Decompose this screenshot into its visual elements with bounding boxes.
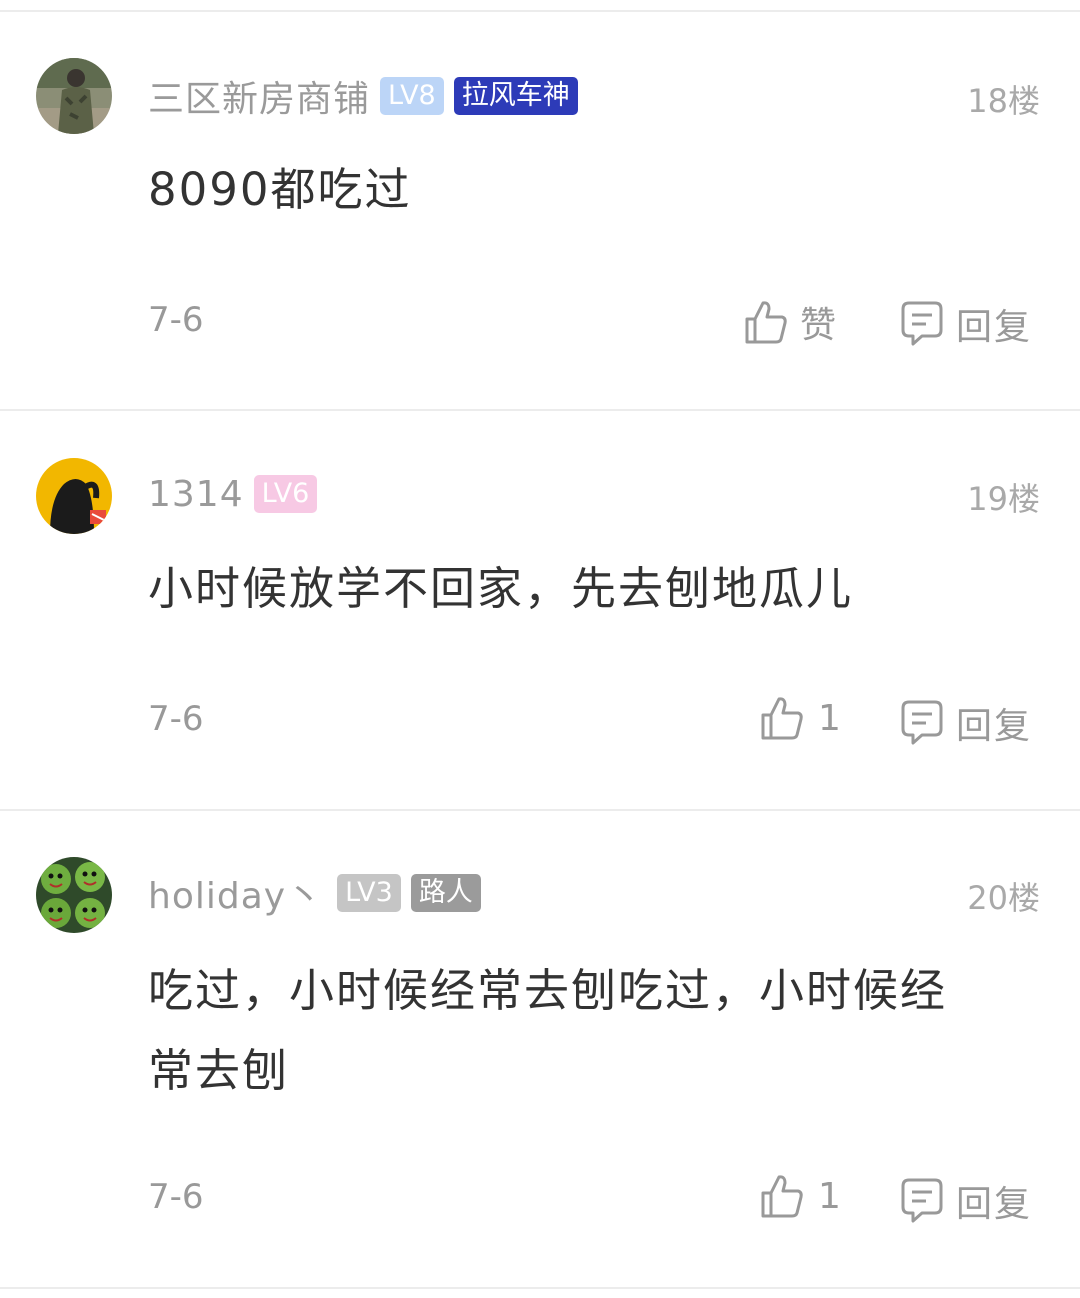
comment-date: 7-6 xyxy=(148,699,204,739)
username[interactable]: 1314 xyxy=(148,474,244,515)
floor-number: 20楼 xyxy=(967,879,1040,917)
title-badge: 路人 xyxy=(410,874,481,912)
comment-date: 7-6 xyxy=(148,1177,204,1217)
avatar[interactable] xyxy=(36,58,112,134)
divider xyxy=(0,1287,1080,1289)
speech-bubble-icon xyxy=(901,700,943,745)
comment-header: holiday丶 LV3 路人 xyxy=(148,871,481,917)
like-count: 1 xyxy=(818,697,841,739)
reply-button[interactable]: 回复 xyxy=(900,1175,1032,1227)
comment-date: 7-6 xyxy=(148,300,204,340)
like-label: 赞 xyxy=(800,305,839,346)
thumbs-up-icon xyxy=(761,697,803,740)
comment-item: holiday丶 LV3 路人 20楼 吃过，小时候经常去刨吃过，小时候经常去刨… xyxy=(0,811,1080,1287)
like-button[interactable]: 1 xyxy=(760,695,841,741)
floor-number: 19楼 xyxy=(967,480,1040,518)
reply-button[interactable]: 回复 xyxy=(900,298,1032,350)
comment-text: 小时候放学不回家，先去刨地瓜儿 xyxy=(148,562,854,615)
like-button[interactable]: 赞 xyxy=(744,296,838,348)
speech-bubble-icon xyxy=(901,1178,943,1223)
reply-label: 回复 xyxy=(956,1184,1033,1225)
comment-header: 1314 LV6 xyxy=(148,472,318,516)
comment-item: 三区新房商铺 LV8 拉风车神 18楼 8090都吃过 7-6 赞 回复 xyxy=(0,0,1080,410)
comment-item: 1314 LV6 19楼 小时候放学不回家，先去刨地瓜儿 7-6 1 回复 xyxy=(0,411,1080,809)
avatar[interactable] xyxy=(36,458,112,534)
thumbs-up-icon xyxy=(761,1175,803,1218)
level-badge: LV8 xyxy=(380,77,444,115)
thumbs-up-icon xyxy=(745,301,787,344)
username[interactable]: 三区新房商铺 xyxy=(148,70,370,122)
reply-label: 回复 xyxy=(956,706,1033,747)
reply-button[interactable]: 回复 xyxy=(900,697,1032,749)
speech-bubble-icon xyxy=(901,301,943,346)
comment-header: 三区新房商铺 LV8 拉风车神 xyxy=(148,74,578,120)
like-count: 1 xyxy=(818,1175,841,1217)
level-badge: LV3 xyxy=(337,874,401,912)
reply-label: 回复 xyxy=(956,307,1033,348)
avatar[interactable] xyxy=(36,857,112,933)
comment-text: 吃过，小时候经常去刨吃过，小时候经常去刨 xyxy=(148,964,948,1097)
like-button[interactable]: 1 xyxy=(760,1173,841,1219)
level-badge: LV6 xyxy=(253,475,318,513)
comment-text: 8090都吃过 xyxy=(148,163,412,216)
title-badge: 拉风车神 xyxy=(453,77,578,115)
floor-number: 18楼 xyxy=(967,82,1040,120)
username[interactable]: holiday丶 xyxy=(148,867,323,919)
comment-list: 三区新房商铺 LV8 拉风车神 18楼 8090都吃过 7-6 赞 回复 131… xyxy=(0,0,1080,1298)
